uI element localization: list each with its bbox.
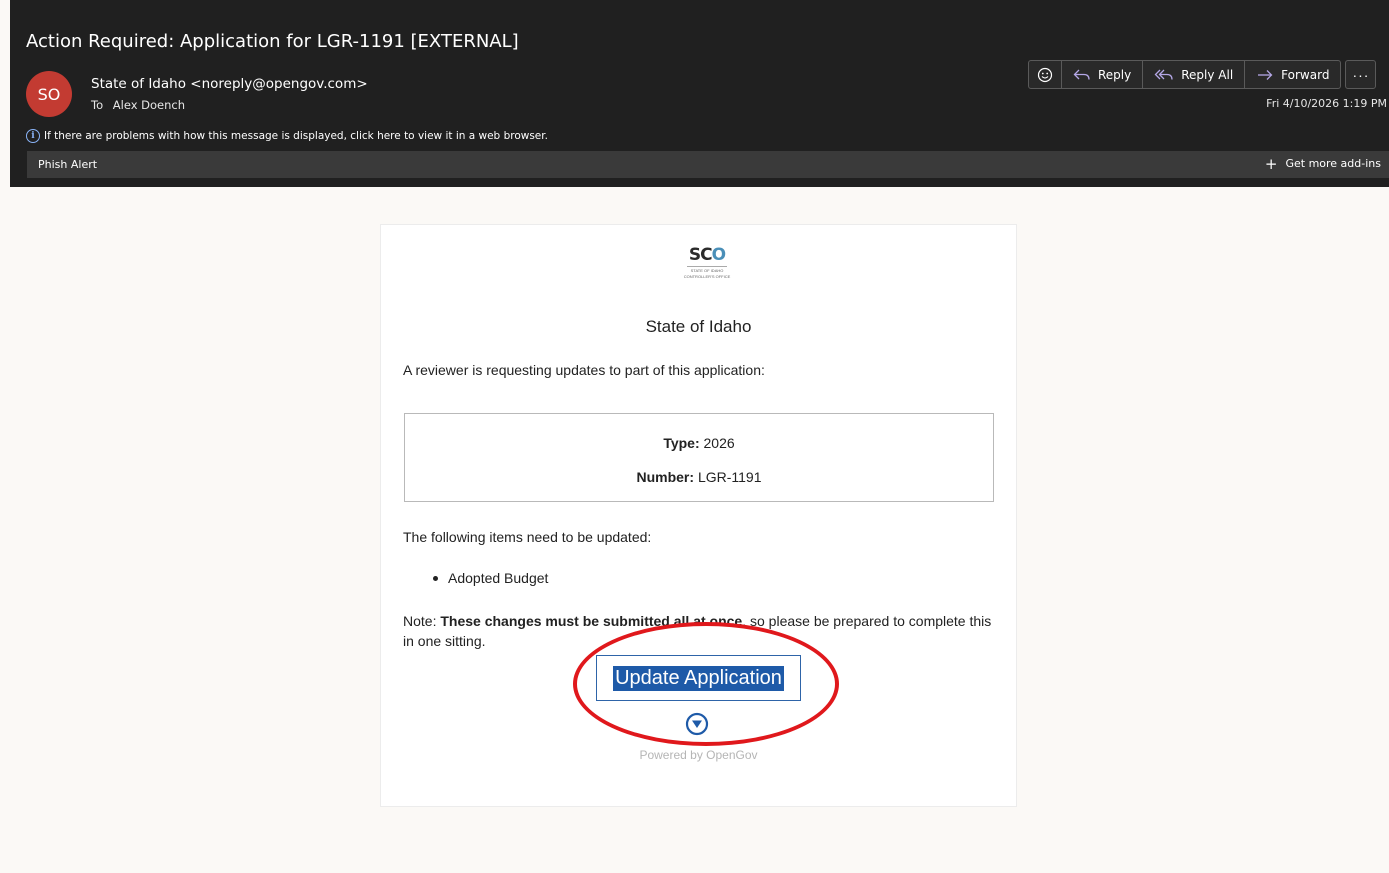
note-prefix: Note: bbox=[403, 613, 441, 629]
bullet-icon bbox=[433, 575, 438, 581]
logo-divider bbox=[687, 266, 727, 267]
message-toolbar: Reply Reply All Forward ··· bbox=[1028, 60, 1377, 89]
phish-alert-button[interactable]: Phish Alert bbox=[38, 158, 97, 171]
reply-all-button[interactable]: Reply All bbox=[1143, 61, 1246, 88]
smiley-icon bbox=[1037, 67, 1053, 82]
sender-name[interactable]: State of Idaho <noreply@opengov.com> bbox=[91, 76, 368, 92]
addin-bar: Phish Alert + Get more add-ins bbox=[27, 151, 1389, 178]
email-subject: Action Required: Application for LGR-119… bbox=[26, 31, 519, 52]
logo-subtitle-2: CONTROLLER'S OFFICE bbox=[683, 274, 731, 279]
logo-subtitle-1: STATE OF IDAHO bbox=[690, 268, 724, 273]
get-more-addins-button[interactable]: + Get more add-ins bbox=[1264, 154, 1381, 173]
number-value: LGR-1191 bbox=[697, 469, 762, 485]
reply-all-label: Reply All bbox=[1181, 67, 1234, 82]
number-label: Number: bbox=[636, 469, 695, 485]
sco-logo-mark: SCO bbox=[688, 245, 726, 265]
email-body-card: SCO STATE OF IDAHO CONTROLLER'S OFFICE S… bbox=[380, 224, 1017, 807]
application-type: Type: 2026 bbox=[405, 435, 993, 451]
received-date: Fri 4/10/2026 1:19 PM bbox=[1266, 97, 1387, 110]
forward-arrow-icon bbox=[1258, 69, 1273, 80]
more-icon: ··· bbox=[1352, 66, 1370, 83]
type-value: 2026 bbox=[703, 435, 735, 451]
recipient-name[interactable]: Alex Doench bbox=[113, 98, 185, 112]
application-details-box: Type: 2026 Number: LGR-1191 bbox=[404, 413, 994, 502]
avatar-initials: SO bbox=[37, 84, 61, 104]
update-application-button[interactable]: Update Application bbox=[596, 655, 801, 701]
reply-icon bbox=[1073, 69, 1090, 80]
opengov-logo-icon bbox=[685, 712, 709, 736]
to-label: To bbox=[91, 98, 104, 112]
sco-logo: SCO STATE OF IDAHO CONTROLLER'S OFFICE bbox=[677, 245, 737, 293]
reply-all-icon bbox=[1154, 69, 1173, 80]
info-icon: i bbox=[26, 129, 40, 143]
update-application-label: Update Application bbox=[613, 665, 784, 691]
recipient-line: To Alex Doench bbox=[91, 98, 185, 112]
forward-label: Forward bbox=[1281, 67, 1330, 82]
powered-by[interactable]: Powered by OpenGov bbox=[381, 748, 1016, 762]
reply-button[interactable]: Reply bbox=[1062, 61, 1144, 88]
display-problem-notice[interactable]: i If there are problems with how this me… bbox=[26, 129, 548, 143]
action-button-group: Reply Reply All Forward bbox=[1028, 60, 1342, 89]
left-margin bbox=[0, 0, 10, 873]
application-number: Number: LGR-1191 bbox=[405, 469, 993, 485]
more-actions-button[interactable]: ··· bbox=[1345, 60, 1377, 89]
note-bold: These changes must be submitted all at o… bbox=[440, 613, 743, 629]
items-intro: The following items need to be updated: bbox=[403, 529, 652, 545]
email-header: Action Required: Application for LGR-119… bbox=[10, 0, 1389, 187]
list-item: Adopted Budget bbox=[433, 570, 548, 586]
reply-label: Reply bbox=[1098, 67, 1132, 82]
type-label: Type: bbox=[663, 435, 700, 451]
react-button[interactable] bbox=[1029, 61, 1062, 88]
request-intro: A reviewer is requesting updates to part… bbox=[403, 362, 765, 378]
forward-button[interactable]: Forward bbox=[1245, 61, 1340, 88]
submission-note: Note: These changes must be submitted al… bbox=[403, 611, 1003, 651]
get-more-addins-label: Get more add-ins bbox=[1285, 157, 1381, 170]
list-item-label: Adopted Budget bbox=[448, 570, 549, 586]
display-problem-text[interactable]: If there are problems with how this mess… bbox=[44, 130, 548, 142]
sender-avatar[interactable]: SO bbox=[26, 71, 72, 117]
plus-icon: + bbox=[1264, 154, 1278, 173]
organization-name: State of Idaho bbox=[645, 317, 752, 336]
